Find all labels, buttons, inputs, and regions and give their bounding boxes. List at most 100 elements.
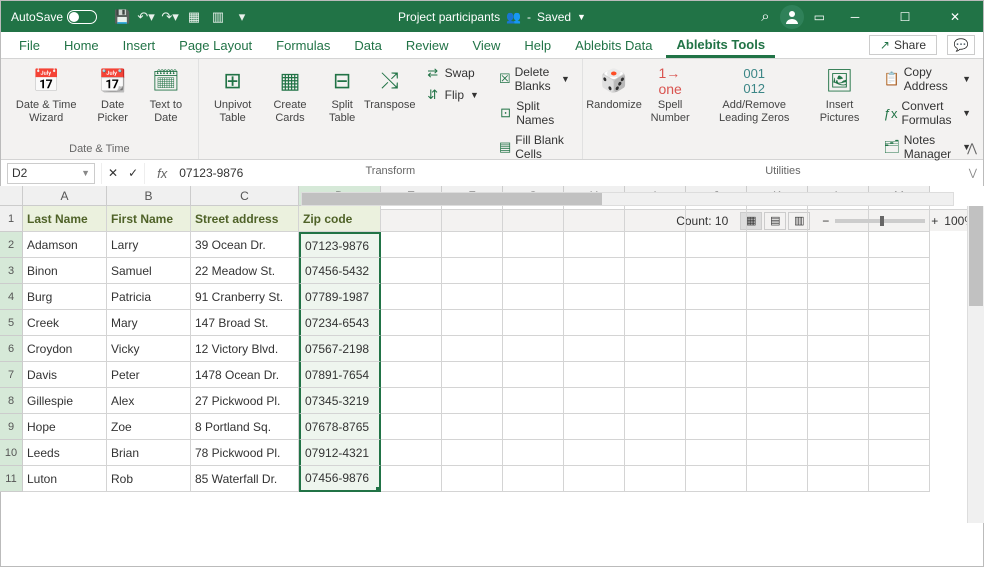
minimize-button[interactable]: ─ bbox=[835, 3, 875, 31]
cell[interactable] bbox=[869, 466, 930, 492]
cell[interactable]: Samuel bbox=[107, 258, 191, 284]
split-names-button[interactable]: ⊡Split Names bbox=[495, 97, 574, 129]
column-header-A[interactable]: A bbox=[23, 186, 107, 206]
redo-icon[interactable]: ↷▾ bbox=[161, 8, 179, 26]
cell[interactable] bbox=[869, 388, 930, 414]
cell[interactable]: 1478 Ocean Dr. bbox=[191, 362, 299, 388]
cell[interactable] bbox=[747, 362, 808, 388]
cell[interactable] bbox=[625, 336, 686, 362]
cell[interactable] bbox=[808, 310, 869, 336]
cell[interactable]: 22 Meadow St. bbox=[191, 258, 299, 284]
tab-help[interactable]: Help bbox=[514, 34, 561, 57]
cell[interactable]: Adamson bbox=[23, 232, 107, 258]
row-header[interactable]: 4 bbox=[0, 284, 23, 310]
unpivot-button[interactable]: ⊞Unpivot Table bbox=[207, 63, 259, 126]
cell[interactable] bbox=[808, 336, 869, 362]
text-to-date-button[interactable]: 🗓Text to Date bbox=[142, 63, 190, 126]
cell[interactable] bbox=[686, 232, 747, 258]
cell[interactable] bbox=[503, 206, 564, 232]
cell[interactable] bbox=[625, 258, 686, 284]
cell[interactable] bbox=[503, 232, 564, 258]
cell[interactable]: Leeds bbox=[23, 440, 107, 466]
cell[interactable]: 8 Portland Sq. bbox=[191, 414, 299, 440]
cell[interactable] bbox=[442, 206, 503, 232]
cell[interactable] bbox=[747, 388, 808, 414]
share-button[interactable]: ↗ Share bbox=[869, 35, 937, 55]
cell[interactable] bbox=[564, 232, 625, 258]
create-cards-button[interactable]: ▦Create Cards bbox=[264, 63, 315, 126]
cell[interactable] bbox=[442, 388, 503, 414]
randomize-button[interactable]: 🎲Randomize bbox=[591, 63, 637, 114]
cell[interactable] bbox=[686, 388, 747, 414]
row-header[interactable]: 8 bbox=[0, 388, 23, 414]
split-table-button[interactable]: ⊟Split Table bbox=[322, 63, 363, 126]
tab-ablebits-data[interactable]: Ablebits Data bbox=[565, 34, 662, 57]
cell[interactable]: 07456-5432 bbox=[299, 258, 381, 284]
cell[interactable] bbox=[503, 362, 564, 388]
cell[interactable]: Zip code bbox=[299, 206, 381, 232]
cell[interactable] bbox=[747, 414, 808, 440]
row-header[interactable]: 6 bbox=[0, 336, 23, 362]
cell[interactable]: Zoe bbox=[107, 414, 191, 440]
cell[interactable] bbox=[381, 466, 442, 492]
search-icon[interactable]: ⌕ bbox=[761, 8, 769, 25]
cell[interactable] bbox=[503, 258, 564, 284]
cell[interactable] bbox=[503, 440, 564, 466]
cell[interactable]: 85 Waterfall Dr. bbox=[191, 466, 299, 492]
cell[interactable] bbox=[625, 206, 686, 232]
cell[interactable] bbox=[381, 414, 442, 440]
cell[interactable]: 78 Pickwood Pl. bbox=[191, 440, 299, 466]
cell[interactable] bbox=[503, 336, 564, 362]
cell[interactable]: 07345-3219 bbox=[299, 388, 381, 414]
cell[interactable] bbox=[625, 414, 686, 440]
row-header[interactable]: 9 bbox=[0, 414, 23, 440]
cell[interactable]: Alex bbox=[107, 388, 191, 414]
fx-icon[interactable]: fx bbox=[151, 166, 173, 181]
cell[interactable] bbox=[503, 310, 564, 336]
cell[interactable]: Brian bbox=[107, 440, 191, 466]
collapse-ribbon-icon[interactable]: ⋀ bbox=[967, 141, 977, 155]
dropdown-icon[interactable]: ▼ bbox=[577, 12, 586, 22]
cell[interactable] bbox=[564, 388, 625, 414]
name-box[interactable]: D2 ▼ bbox=[7, 163, 95, 184]
cell[interactable]: Gillespie bbox=[23, 388, 107, 414]
row-header[interactable]: 2 bbox=[0, 232, 23, 258]
row-header[interactable]: 10 bbox=[0, 440, 23, 466]
qat-more-icon[interactable]: ▾ bbox=[233, 8, 251, 26]
cell[interactable] bbox=[503, 466, 564, 492]
confirm-icon[interactable]: ✓ bbox=[128, 166, 138, 180]
row-header[interactable]: 1 bbox=[0, 206, 23, 232]
cell[interactable] bbox=[442, 466, 503, 492]
cell[interactable]: Binon bbox=[23, 258, 107, 284]
cell[interactable] bbox=[381, 206, 442, 232]
cell[interactable] bbox=[564, 206, 625, 232]
cell[interactable] bbox=[503, 284, 564, 310]
cell[interactable] bbox=[381, 440, 442, 466]
cell[interactable] bbox=[625, 388, 686, 414]
cell[interactable] bbox=[808, 440, 869, 466]
cell[interactable]: 07567-2198 bbox=[299, 336, 381, 362]
tab-formulas[interactable]: Formulas bbox=[266, 34, 340, 57]
cell[interactable] bbox=[686, 310, 747, 336]
ribbon-display-icon[interactable]: ▭ bbox=[814, 10, 825, 24]
row-header[interactable]: 7 bbox=[0, 362, 23, 388]
date-picker-button[interactable]: 📆Date Picker bbox=[89, 63, 136, 126]
cell[interactable] bbox=[442, 310, 503, 336]
cell[interactable] bbox=[686, 258, 747, 284]
cell[interactable] bbox=[808, 388, 869, 414]
cell[interactable] bbox=[442, 232, 503, 258]
cell[interactable] bbox=[747, 232, 808, 258]
cell[interactable] bbox=[869, 258, 930, 284]
cell[interactable] bbox=[503, 414, 564, 440]
cell[interactable] bbox=[564, 362, 625, 388]
cell[interactable] bbox=[747, 258, 808, 284]
cell[interactable] bbox=[747, 310, 808, 336]
cell[interactable] bbox=[686, 362, 747, 388]
tab-data[interactable]: Data bbox=[344, 34, 391, 57]
cell[interactable] bbox=[625, 284, 686, 310]
autosave-toggle[interactable]: AutoSave bbox=[11, 10, 97, 24]
cell[interactable] bbox=[869, 414, 930, 440]
cell[interactable] bbox=[381, 362, 442, 388]
cell[interactable] bbox=[442, 362, 503, 388]
cell[interactable] bbox=[808, 362, 869, 388]
